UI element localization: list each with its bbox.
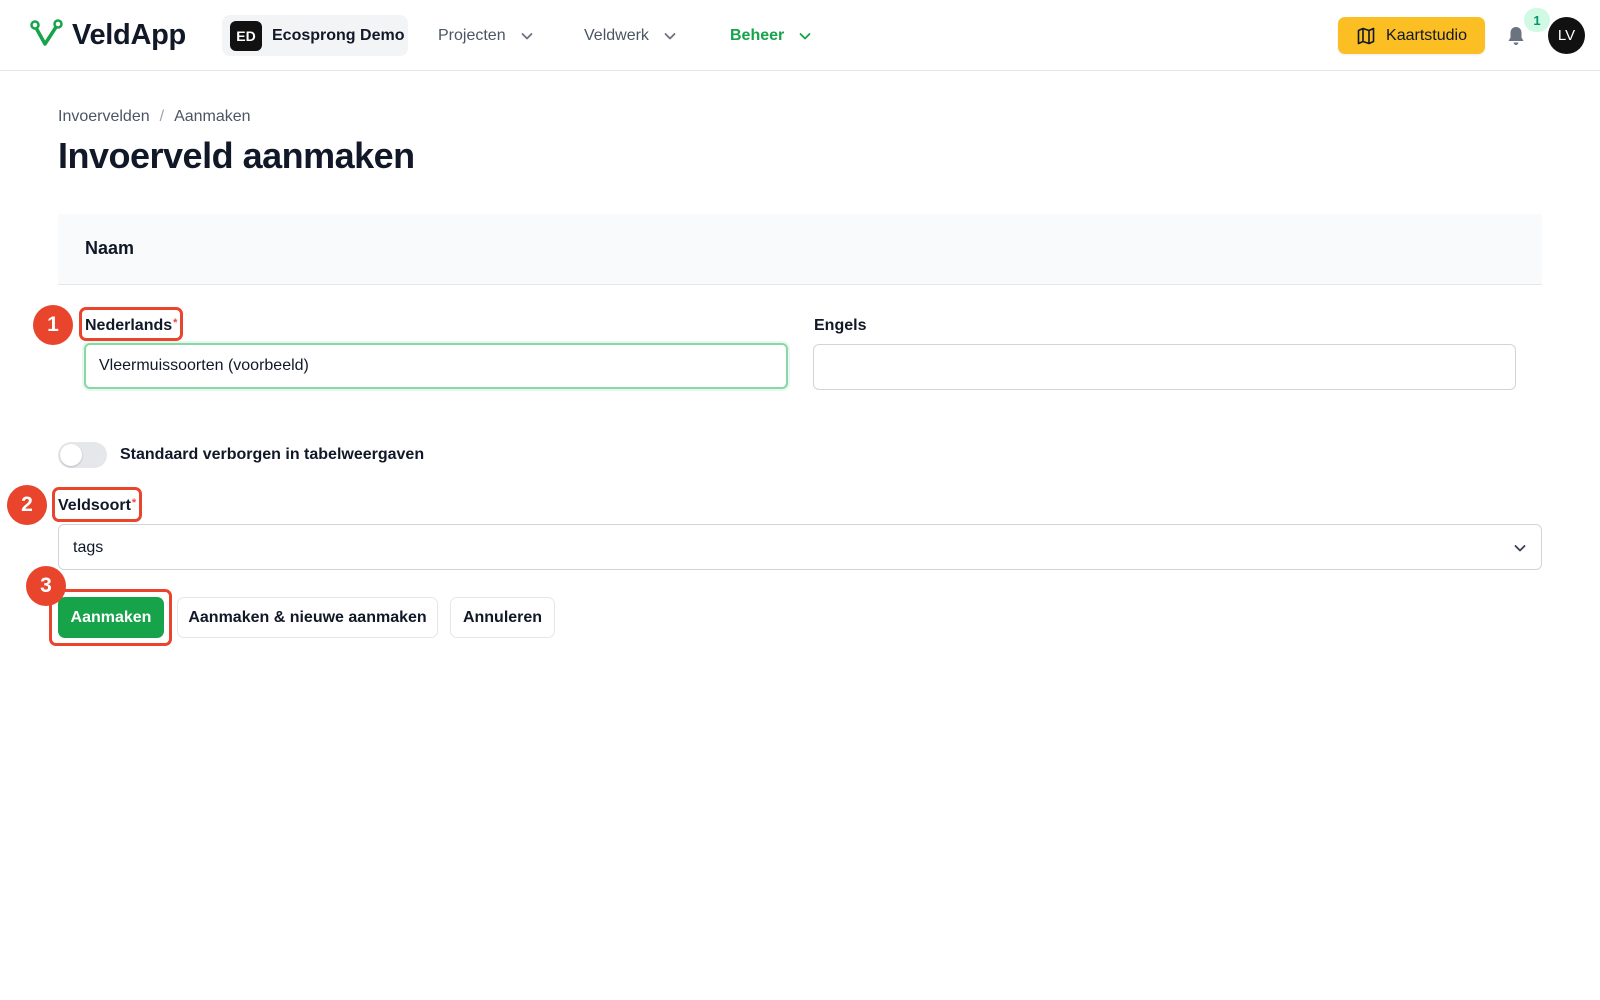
hidden-by-default-label: Standaard verborgen in tabelweergaven [120, 446, 425, 463]
nav-item-veldwerk[interactable]: Veldwerk [584, 22, 677, 50]
chevron-down-icon [799, 33, 811, 40]
org-name: Ecosprong Demo [272, 26, 405, 44]
annotation-marker-1: 1 [33, 305, 73, 345]
organization-switcher[interactable]: ED Ecosprong Demo [222, 15, 408, 56]
top-navigation-bar: VeldApp ED Ecosprong Demo Projecten Veld… [0, 0, 1600, 71]
section-title: Naam [85, 238, 135, 258]
map-icon [1357, 27, 1375, 44]
required-marker: * [173, 317, 178, 329]
app-name: VeldApp [72, 18, 186, 51]
page-title: Invoerveld aanmaken [58, 135, 415, 176]
required-marker: * [131, 497, 137, 509]
dutch-name-label-text: Nederlands [85, 317, 173, 334]
breadcrumb-separator: / [159, 108, 165, 125]
dutch-name-input[interactable] [84, 343, 788, 389]
veldapp-logo-icon [30, 19, 63, 46]
nav-item-projecten[interactable]: Projecten [438, 22, 534, 50]
chevron-down-icon [664, 33, 676, 40]
org-avatar: ED [230, 20, 262, 51]
annotation-marker-3: 3 [26, 566, 66, 606]
cancel-button[interactable]: Annuleren [450, 597, 555, 638]
app-logo[interactable]: VeldApp [30, 18, 186, 52]
hidden-by-default-toggle[interactable] [58, 442, 107, 468]
annotation-marker-2: 2 [7, 485, 47, 525]
english-name-label: Engels [814, 317, 867, 334]
breadcrumb-item-current: Aanmaken [174, 108, 251, 125]
nav-item-label: Projecten [438, 27, 506, 44]
create-and-new-button[interactable]: Aanmaken & nieuwe aanmaken [177, 597, 438, 638]
create-button[interactable]: Aanmaken [58, 597, 164, 638]
nav-item-label: Veldwerk [584, 27, 649, 44]
bell-icon [1508, 27, 1524, 45]
field-type-label-text: Veldsoort [58, 497, 131, 514]
chevron-down-icon [1514, 545, 1526, 552]
english-name-input[interactable] [813, 344, 1516, 390]
nav-item-label: Beheer [730, 27, 785, 44]
breadcrumb: Invoervelden / Aanmaken [58, 108, 251, 126]
map-studio-button[interactable]: Kaartstudio [1338, 17, 1485, 54]
notification-count-badge: 1 [1524, 8, 1550, 32]
breadcrumb-item-invoervelden[interactable]: Invoervelden [58, 108, 150, 126]
user-avatar[interactable]: LV [1548, 17, 1585, 54]
chevron-down-icon [521, 33, 532, 40]
field-type-select[interactable]: tags [58, 524, 1542, 570]
field-type-label: Veldsoort* [58, 497, 136, 515]
field-type-selected-value: tags [73, 539, 104, 556]
section-header-naam: Naam [58, 214, 1542, 285]
dutch-name-label: Nederlands* [85, 317, 177, 335]
notifications-button[interactable] [1504, 24, 1528, 48]
map-studio-label: Kaartstudio [1386, 26, 1467, 44]
nav-item-beheer[interactable]: Beheer [730, 22, 812, 50]
toggle-knob [60, 444, 82, 466]
